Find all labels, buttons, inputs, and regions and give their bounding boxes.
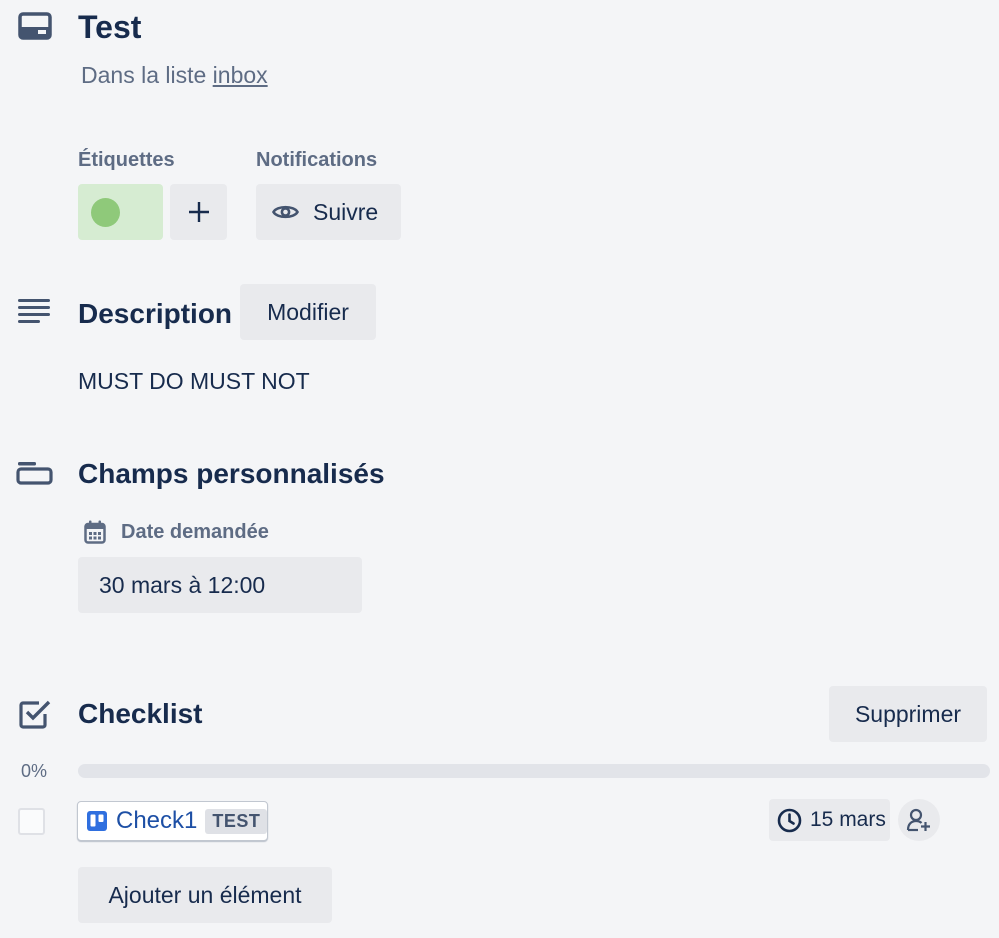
trello-board-icon bbox=[87, 811, 107, 831]
field-value-date[interactable]: 30 mars à 12:00 bbox=[78, 557, 362, 613]
due-date-text: 15 mars bbox=[810, 808, 886, 831]
description-title: Description bbox=[78, 298, 233, 329]
field-label-date: Date demandée bbox=[121, 521, 269, 543]
delete-checklist-button[interactable]: Supprimer bbox=[829, 686, 987, 742]
checklist-item-name: Check1 bbox=[116, 807, 198, 834]
checkbox-icon bbox=[19, 699, 51, 729]
list-prefix: Dans la liste bbox=[81, 62, 213, 88]
checklist-item-due-date[interactable]: 15 mars bbox=[769, 799, 890, 841]
add-member-icon bbox=[906, 807, 932, 833]
add-label-button[interactable] bbox=[170, 184, 227, 240]
checklist-item-checkbox[interactable] bbox=[18, 808, 45, 835]
assign-member-button[interactable] bbox=[898, 799, 940, 841]
card-title: Test bbox=[78, 9, 142, 45]
label-color-dot bbox=[91, 198, 120, 227]
plus-icon bbox=[188, 201, 210, 223]
custom-fields-icon bbox=[16, 460, 53, 486]
checklist-item-card-link[interactable]: Check1 TEST bbox=[77, 801, 268, 841]
edit-description-button[interactable]: Modifier bbox=[240, 284, 376, 340]
label-chip[interactable] bbox=[78, 184, 163, 240]
description-text[interactable]: MUST DO MUST NOT bbox=[78, 366, 310, 396]
eye-icon bbox=[272, 202, 299, 222]
follow-label: Suivre bbox=[313, 198, 379, 225]
custom-fields-title: Champs personnalisés bbox=[78, 458, 385, 489]
clock-icon bbox=[777, 808, 802, 833]
checklist-item-tag: TEST bbox=[205, 808, 268, 834]
progress-bar bbox=[78, 764, 990, 778]
add-checklist-item-button[interactable]: Ajouter un élément bbox=[78, 867, 332, 923]
progress-percent: 0% bbox=[21, 761, 48, 781]
checklist-title: Checklist bbox=[78, 698, 203, 729]
list-location: Dans la liste inbox bbox=[81, 60, 268, 90]
calendar-icon bbox=[84, 520, 106, 544]
labels-heading: Étiquettes bbox=[78, 149, 175, 171]
card-icon bbox=[18, 12, 52, 40]
follow-button[interactable]: Suivre bbox=[256, 184, 401, 240]
notifications-heading: Notifications bbox=[256, 149, 378, 171]
list-link[interactable]: inbox bbox=[213, 62, 268, 88]
description-lines-icon bbox=[18, 298, 51, 324]
